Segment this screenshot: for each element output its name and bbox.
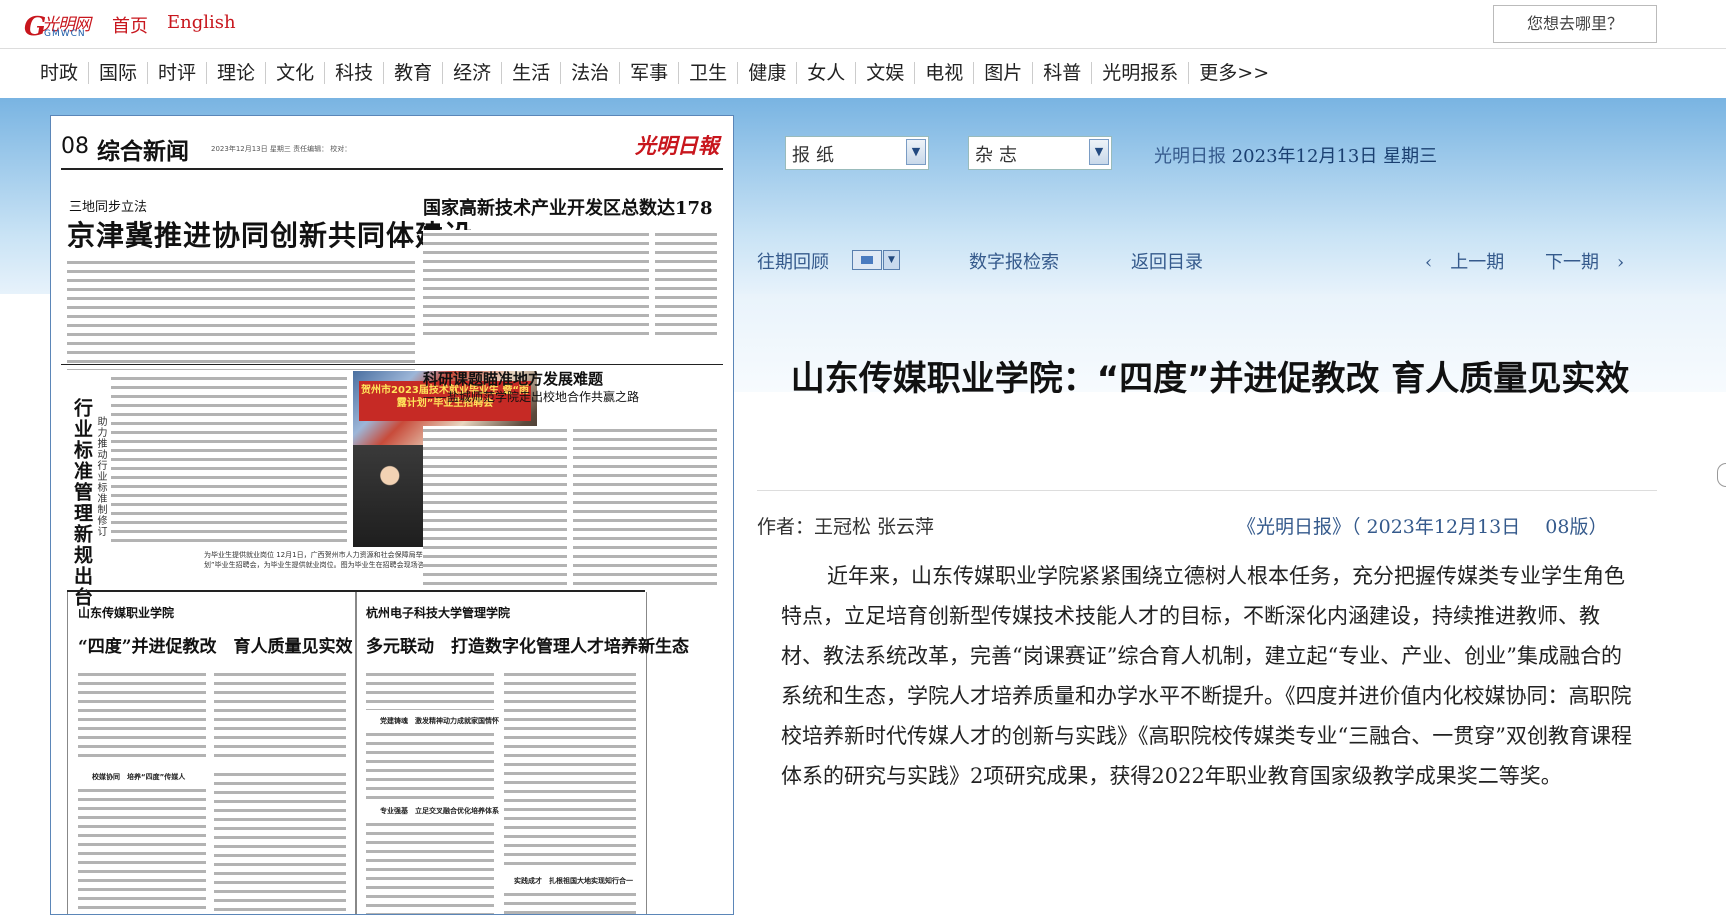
feature-box-hangzhou[interactable]: 杭州电子科技大学管理学院 多元联动 打造数字化管理人才培养新生态 党建铸魂 激发… [355,592,689,914]
page-meta: 2023年12月13日 星期三 责任编辑： 校对： [211,145,352,153]
nav-item[interactable]: 卫生 [679,62,739,84]
page-number: 08 [61,134,89,159]
nav-item[interactable]: 科普 [1033,62,1093,84]
nav-item[interactable]: 女人 [797,62,857,84]
box-school-name: 山东传媒职业学院 [78,606,175,620]
paper-name: 光明日报 [1154,146,1226,167]
text-column [78,670,206,760]
main-area: 08 综合新闻 2023年12月13日 星期三 责任编辑： 校对： 光明日報 三… [0,98,1726,915]
text-column [366,820,494,914]
nav-item[interactable]: 时政 [30,62,90,84]
author-label: 作者： [757,516,815,538]
story-headline[interactable]: 科研课题瞄准地方发展难题 [423,368,603,389]
text-column [573,426,717,586]
magazine-select-value: 杂志 [975,145,1023,166]
nav-item[interactable]: 法治 [561,62,621,84]
text-column [78,786,206,914]
text-column [423,426,567,586]
newspaper-page-image[interactable]: 08 综合新闻 2023年12月13日 星期三 责任编辑： 校对： 光明日報 三… [50,115,734,915]
box-headline[interactable]: “四度”并进促教改 育人质量见实效 [78,632,353,657]
article-source: 《光明日报》（ 2023年12月13日 08版） [1237,516,1608,538]
article-body: 近年来，山东传媒职业学院紧紧围绕立德树人根本任务，充分把握传媒类专业学生角色特点… [781,564,1632,788]
nav-item[interactable]: 经济 [443,62,503,84]
nav-item[interactable]: 图片 [974,62,1034,84]
digital-search-link[interactable]: 数字报检索 [969,248,1059,274]
box-headline[interactable]: 多元联动 打造数字化管理人才培养新生态 [366,632,689,657]
kicker: 三地同步立法 [69,200,148,215]
nav-item[interactable]: 时评 [148,62,208,84]
text-column [655,230,717,340]
chevron-down-icon[interactable]: ▼ [1089,139,1109,165]
calendar-picker[interactable]: ▼ [852,250,900,272]
feature-box-shandong[interactable]: 山东传媒职业学院 “四度”并进促教改 育人质量见实效 校媒协同 培养“四度”传媒… [67,592,357,914]
channel-list: 时政 国际 时评 理论 文化 科技 教育 经济 生活 法治 军事 卫生 健康 女人 文娱 电视 图片 科普 光明报系… [0,49,1726,84]
text-column [366,730,494,800]
archive-link[interactable]: 往期回顾 [757,248,829,274]
side-scroll-handle[interactable] [1717,463,1726,487]
guangming-logo[interactable]: G 光明网 GMWCN [24,8,100,42]
story-headline-vertical[interactable]: 行业标准管理新规出台 [69,398,96,608]
nav-item[interactable]: 健康 [738,62,798,84]
where-to-go-button[interactable]: 您想去哪里？ [1493,5,1657,43]
school-feature-boxes: 山东传媒职业学院 “四度”并进促教改 育人质量见实效 校媒协同 培养“四度”传媒… [67,590,689,914]
author-names: 王冠松 张云萍 [814,516,935,538]
nav-item[interactable]: 电视 [915,62,975,84]
next-issue-link[interactable]: 下一期 › [1545,248,1624,274]
page-header: 08 综合新闻 2023年12月13日 星期三 责任编辑： 校对： 光明日報 [61,126,723,170]
text-column [423,230,649,340]
divider [757,490,1657,491]
issue-dateline: 光明日报 2023年12月13日 星期三 [1154,142,1437,168]
box-subheading: 实践成才 扎根祖国大地实现知行合一 [514,877,633,885]
newspaper-select[interactable]: 报纸 ▼ [785,136,929,170]
chevron-down-icon[interactable]: ▼ [906,139,926,165]
nav-item[interactable]: 科技 [325,62,385,84]
issue-date: 2023年12月13日 [1231,146,1378,167]
story-headline[interactable]: 京津冀推进协同创新共同体建设 [67,214,473,254]
newspaper-select-value: 报纸 [792,145,840,166]
page-section: 综合新闻 [97,138,189,165]
box-subheading: 校媒协同 培养“四度”传媒人 [92,773,186,781]
magazine-select[interactable]: 杂志 ▼ [968,136,1112,170]
divider [61,364,723,365]
text-column [366,670,494,710]
story-subhead-vertical: 助力推动行业标准制修订 [95,416,106,537]
nav-item[interactable]: 理论 [207,62,267,84]
masthead: 光明日報 [635,133,719,158]
issue-weekday: 星期三 [1383,146,1438,167]
article-author: 作者：王冠松 张云萍 [757,512,934,539]
nav-item[interactable]: 文娱 [856,62,916,84]
top-bar: G 光明网 GMWCN 首页 English 您想去哪里？ [0,0,1726,49]
text-column [67,258,415,370]
text-column [504,890,636,914]
nav-item[interactable]: 生活 [502,62,562,84]
chevron-down-icon[interactable]: ▼ [883,250,900,270]
calendar-icon[interactable] [852,250,882,270]
nav-item[interactable]: 军事 [620,62,680,84]
english-link[interactable]: English [167,12,236,33]
home-link[interactable]: 首页 [112,12,148,38]
box-subheading: 党建铸魂 激发精神动力成就家国情怀 [380,717,499,725]
channel-nav: 时政 国际 时评 理论 文化 科技 教育 经济 生活 法治 军事 卫生 健康 女人 文娱 电视 图片 科普 光明报系… [0,49,1726,97]
text-column [504,670,636,870]
previous-issue-link[interactable]: ‹ 上一期 [1425,248,1504,274]
back-to-contents-link[interactable]: 返回目录 [1131,248,1203,274]
nav-item[interactable]: 光明报系 [1092,62,1190,84]
nav-item[interactable]: 国际 [89,62,149,84]
box-school-name: 杭州电子科技大学管理学院 [366,606,511,620]
text-column [214,770,346,914]
article-title: 山东传媒职业学院：“四度”并进促教改 育人质量见实效 [790,359,1630,399]
text-column [111,374,347,546]
text-column [214,670,346,760]
logo-sub: GMWCN [44,29,86,39]
nav-item[interactable]: 更多>> [1189,62,1279,84]
story-subhead: ——盐城师范学院走出校地合作共赢之路 [423,390,640,404]
nav-item[interactable]: 教育 [384,62,444,84]
nav-item[interactable]: 文化 [266,62,326,84]
box-subheading: 专业强基 立足交叉融合优化培养体系 [380,807,499,815]
